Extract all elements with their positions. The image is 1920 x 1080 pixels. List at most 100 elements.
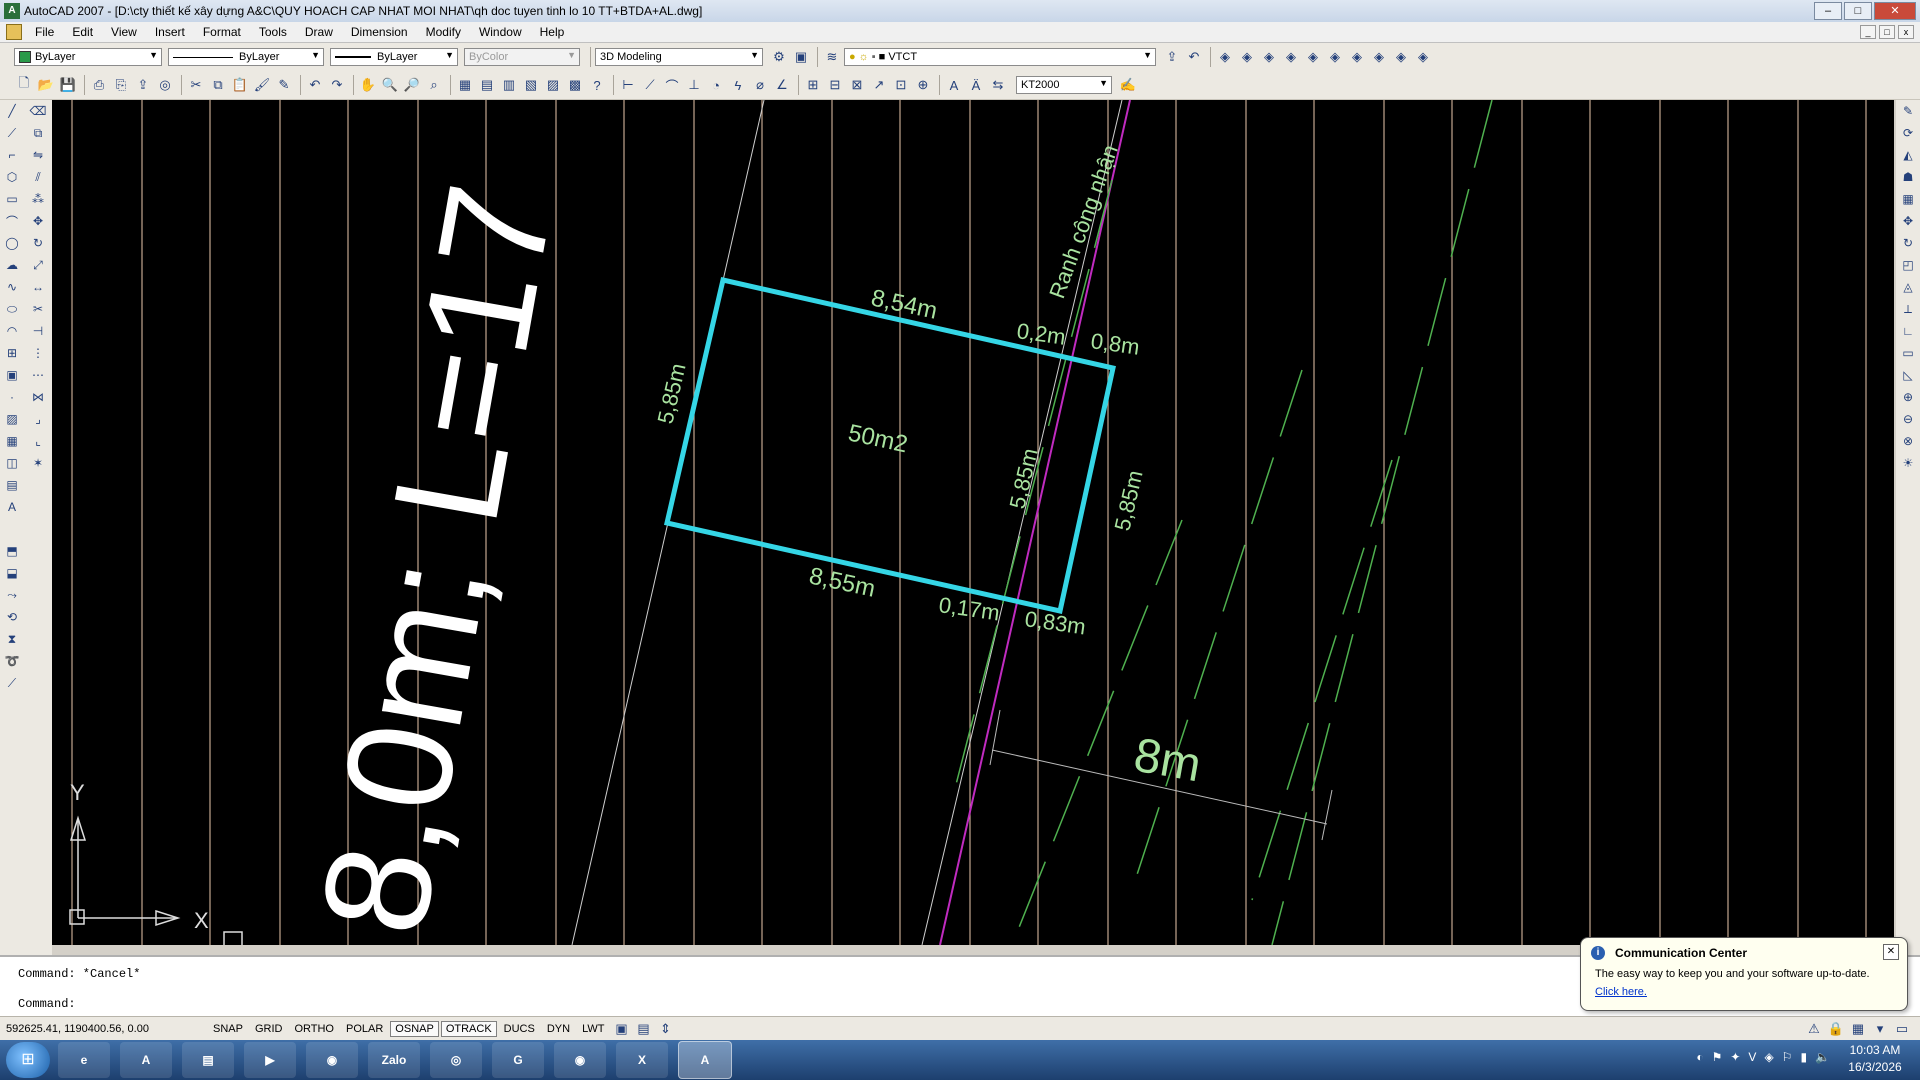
menu-help[interactable]: Help	[531, 25, 574, 39]
menu-tools[interactable]: Tools	[250, 25, 296, 39]
annotation-icon[interactable]: ▦	[1848, 1019, 1868, 1039]
plot-icon[interactable]: ⎙	[89, 75, 109, 95]
ellipse-icon[interactable]: ⬭	[0, 298, 24, 320]
menu-format[interactable]: Format	[194, 25, 250, 39]
lineweight-combo[interactable]: ByLayer ▼	[330, 48, 458, 66]
circle-icon[interactable]: ◯	[0, 232, 24, 254]
rectangle-icon[interactable]: ▭	[0, 188, 24, 210]
menu-view[interactable]: View	[102, 25, 146, 39]
dim-diameter-icon[interactable]: ⌀	[750, 75, 770, 95]
join-icon[interactable]: ⋈	[26, 386, 50, 408]
pan-icon[interactable]: ✋	[358, 75, 378, 95]
media-player-icon[interactable]: ▶	[244, 1042, 296, 1078]
quickcalc-icon[interactable]: ▩	[565, 75, 585, 95]
slice-icon[interactable]: ⟋	[0, 672, 24, 694]
light-icon[interactable]: ☀	[1896, 452, 1920, 474]
polyline-icon[interactable]: ⌐	[0, 144, 24, 166]
offset-icon[interactable]: ⫽	[26, 166, 50, 188]
dim-aligned-icon[interactable]: ⟋	[640, 75, 660, 95]
dim-arc-icon[interactable]: ⌒	[662, 75, 682, 95]
sheet-set-icon[interactable]: ▧	[521, 75, 541, 95]
otrack-toggle[interactable]: OTRACK	[440, 1021, 497, 1037]
properties-icon[interactable]: ▦	[455, 75, 475, 95]
revolve-icon[interactable]: ⟲	[0, 606, 24, 628]
chrome-icon[interactable]: ◉	[554, 1042, 606, 1078]
osnap-toggle[interactable]: OSNAP	[390, 1021, 439, 1037]
presspull-icon[interactable]: ⬓	[0, 562, 24, 584]
dim-continue-icon[interactable]: ⊠	[847, 75, 867, 95]
menu-edit[interactable]: Edit	[63, 25, 102, 39]
quick-dim-icon[interactable]: ⊞	[803, 75, 823, 95]
autocad-icon[interactable]: A	[678, 1041, 732, 1079]
construction-line-icon[interactable]: ⟋	[0, 122, 24, 144]
autocad-icon[interactable]: A	[120, 1042, 172, 1078]
make-block-icon[interactable]: ▣	[0, 364, 24, 386]
spline-icon[interactable]: ∿	[0, 276, 24, 298]
paste-icon[interactable]: 📋	[230, 75, 250, 95]
rotate-3d-icon[interactable]: ↻	[1896, 232, 1920, 254]
dim-radius-icon[interactable]: ◔	[706, 75, 726, 95]
zoom-previous-icon[interactable]: ⌕	[424, 75, 444, 95]
explode-icon[interactable]: ✶	[26, 452, 50, 474]
layer-tool-4-icon[interactable]: ◈	[1281, 47, 1301, 67]
status-menu-icon[interactable]: ▾	[1870, 1019, 1890, 1039]
markup-icon[interactable]: ▨	[543, 75, 563, 95]
toolbar-lock-icon[interactable]: ▣	[791, 47, 811, 67]
clock[interactable]: 10:03 AM 16/3/2026	[1840, 1042, 1910, 1076]
layer-tool-5-icon[interactable]: ◈	[1303, 47, 1323, 67]
3d-dwf-icon[interactable]: ◎	[155, 75, 175, 95]
solid-box-icon[interactable]: ▭	[1896, 342, 1920, 364]
grid-toggle[interactable]: GRID	[250, 1021, 288, 1037]
dim-jogged-icon[interactable]: ϟ	[728, 75, 748, 95]
copy-icon[interactable]: ⧉	[208, 75, 228, 95]
layer-tool-10-icon[interactable]: ◈	[1413, 47, 1433, 67]
layer-combo[interactable]: ● ☼ ▪ ■ VTCT ▼	[844, 48, 1156, 66]
center-mark-icon[interactable]: ⊕	[913, 75, 933, 95]
rotate-icon[interactable]: ↻	[26, 232, 50, 254]
subtract-icon[interactable]: ⊖	[1896, 408, 1920, 430]
menu-dimension[interactable]: Dimension	[342, 25, 417, 39]
solid-wedge-icon[interactable]: ◺	[1896, 364, 1920, 386]
workspace-settings-icon[interactable]: ⚙	[769, 47, 789, 67]
match-properties-icon[interactable]: 🖌	[252, 75, 272, 95]
break-point-icon[interactable]: ⋮	[26, 342, 50, 364]
dim-edit-icon[interactable]: A	[944, 75, 964, 95]
layer-manager-icon[interactable]: ≋	[822, 47, 842, 67]
dim-baseline-icon[interactable]: ⊟	[825, 75, 845, 95]
insert-block-icon[interactable]: ⊞	[0, 342, 24, 364]
dim-linear-icon[interactable]: ⊢	[618, 75, 638, 95]
gradient-icon[interactable]: ▦	[0, 430, 24, 452]
app-icon[interactable]: G	[492, 1042, 544, 1078]
volume-icon[interactable]: 🔈	[1815, 1050, 1830, 1064]
shade-icon[interactable]: ◭	[1896, 144, 1920, 166]
chrome-icon[interactable]: ◉	[306, 1042, 358, 1078]
balloon-link[interactable]: Click here.	[1595, 986, 1647, 998]
camera-icon[interactable]: ◰	[1896, 254, 1920, 276]
zoom-realtime-icon[interactable]: 🔍	[380, 75, 400, 95]
dim-text-edit-icon[interactable]: Ä	[966, 75, 986, 95]
scale-icon[interactable]: ⤢	[26, 254, 50, 276]
revision-cloud-icon[interactable]: ☁	[0, 254, 24, 276]
union-icon[interactable]: ⊕	[1896, 386, 1920, 408]
menu-window[interactable]: Window	[470, 25, 531, 39]
tray-app-icon[interactable]: ◈	[1764, 1050, 1773, 1064]
region-icon[interactable]: ◫	[0, 452, 24, 474]
mtext-icon[interactable]: A	[0, 496, 24, 518]
move-3d-icon[interactable]: ✥	[1896, 210, 1920, 232]
model-layout-icon[interactable]: ▣	[611, 1019, 631, 1039]
layer-tool-9-icon[interactable]: ◈	[1391, 47, 1411, 67]
doc-close-button[interactable]: x	[1898, 25, 1914, 39]
app-icon[interactable]: ◎	[430, 1042, 482, 1078]
table-icon[interactable]: ▤	[0, 474, 24, 496]
excel-icon[interactable]: X	[616, 1042, 668, 1078]
lwt-toggle[interactable]: LWT	[577, 1021, 609, 1037]
ucs-icon[interactable]: ⟂	[1896, 298, 1920, 320]
stretch-icon[interactable]: ↔	[26, 276, 50, 298]
document-icon[interactable]	[6, 24, 22, 40]
mirror-icon[interactable]: ⇋	[26, 144, 50, 166]
paper-model-icon[interactable]: ▤	[633, 1019, 653, 1039]
loft-icon[interactable]: ⧗	[0, 628, 24, 650]
line-icon[interactable]: ╱	[0, 100, 24, 122]
command-input[interactable]: Command:	[18, 997, 76, 1011]
zoom-window-icon[interactable]: 🔎	[402, 75, 422, 95]
